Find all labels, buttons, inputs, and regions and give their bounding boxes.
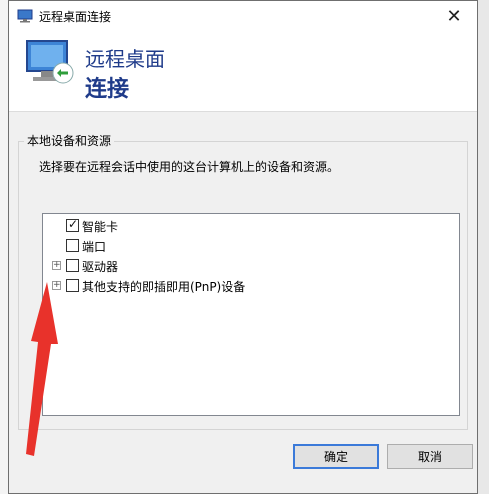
drives-checkbox[interactable] (66, 259, 79, 272)
tree-item-ports[interactable]: 端口 (43, 236, 443, 256)
group-description: 选择要在远程会话中使用的这台计算机上的设备和资源。 (39, 160, 340, 174)
cancel-button[interactable]: 取消 (387, 444, 473, 469)
check-icon: ✓ (68, 217, 79, 231)
ok-button[interactable]: 确定 (293, 444, 379, 469)
tree-item-pnp-devices[interactable]: + 其他支持的即插即用(PnP)设备 (43, 276, 443, 296)
tree-item-smart-card[interactable]: ✓ 智能卡 (43, 216, 443, 236)
close-icon: ✕ (446, 5, 462, 27)
tree-item-label: 智能卡 (82, 220, 119, 234)
device-tree[interactable]: ✓ 智能卡 端口 + 驱动器 + 其他支持的即插即用(PnP)设备 (42, 213, 460, 416)
group-title: 本地设备和资源 (24, 132, 115, 149)
remote-desktop-icon (17, 9, 33, 23)
title-bar: 远程桌面连接 ✕ (9, 1, 477, 31)
tree-item-label: 其他支持的即插即用(PnP)设备 (82, 280, 246, 294)
remote-desktop-monitor-icon (26, 40, 74, 84)
pnp-devices-checkbox[interactable] (66, 279, 79, 292)
window-title: 远程桌面连接 (39, 10, 112, 24)
close-button[interactable]: ✕ (431, 1, 477, 31)
remote-desktop-dialog: 远程桌面连接 ✕ 远程桌面 连接 本地设备和资源 选择要在远程会话中使用的这台计… (8, 0, 478, 494)
tree-item-label: 端口 (82, 240, 107, 254)
banner-title-line2: 连接 (85, 77, 130, 102)
expand-icon[interactable]: + (52, 261, 61, 270)
banner-title-line1: 远程桌面 (85, 47, 165, 71)
background-window-right (478, 0, 489, 494)
expand-icon[interactable]: + (52, 281, 61, 290)
background-window-left (0, 0, 8, 494)
tree-item-drives[interactable]: + 驱动器 (43, 256, 443, 276)
banner: 远程桌面 连接 (9, 31, 477, 112)
tree-item-label: 驱动器 (82, 260, 119, 274)
ports-checkbox[interactable] (66, 239, 79, 252)
smart-card-checkbox[interactable]: ✓ (66, 217, 79, 232)
